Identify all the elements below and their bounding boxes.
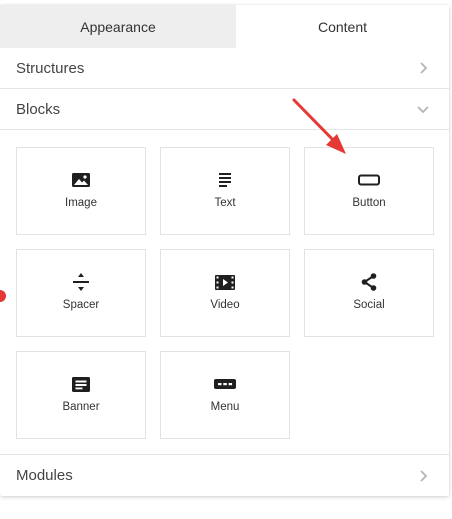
annotation-arrow-icon: [288, 96, 352, 165]
chevron-down-icon: [417, 103, 429, 115]
section-modules[interactable]: Modules: [0, 455, 449, 496]
block-banner[interactable]: Banner: [16, 351, 146, 439]
blocks-grid: Image Text Button Spacer Video Social Ba…: [0, 132, 449, 455]
block-social[interactable]: Social: [304, 249, 434, 337]
content-panel: Appearance Content Structures Blocks Ima…: [0, 5, 449, 496]
tab-appearance[interactable]: Appearance: [0, 5, 236, 48]
section-blocks[interactable]: Blocks: [0, 89, 449, 130]
section-modules-label: Modules: [16, 467, 73, 484]
chevron-right-icon: [417, 62, 429, 74]
spacer-icon: [17, 273, 145, 291]
banner-icon: [17, 375, 145, 393]
text-icon: [161, 171, 289, 189]
block-menu-label: Menu: [210, 401, 240, 413]
section-structures[interactable]: Structures: [0, 48, 449, 89]
share-icon: [305, 273, 433, 291]
block-text-label: Text: [214, 197, 236, 209]
section-blocks-label: Blocks: [16, 100, 61, 118]
block-social-label: Social: [353, 299, 385, 311]
chevron-right-icon: [417, 469, 429, 482]
video-icon: [161, 273, 289, 291]
block-video[interactable]: Video: [160, 249, 290, 337]
button-icon: [305, 171, 433, 189]
section-structures-label: Structures: [16, 59, 85, 77]
tab-bar: Appearance Content: [0, 5, 449, 48]
screen: Appearance Content Structures Blocks Ima…: [0, 0, 452, 519]
block-text[interactable]: Text: [160, 147, 290, 235]
block-menu[interactable]: Menu: [160, 351, 290, 439]
block-button-label: Button: [352, 197, 386, 209]
tab-content[interactable]: Content: [236, 5, 449, 48]
image-icon: [17, 171, 145, 189]
block-spacer-label: Spacer: [62, 299, 100, 311]
block-image-label: Image: [65, 197, 97, 209]
block-banner-label: Banner: [62, 401, 100, 413]
block-spacer[interactable]: Spacer: [16, 249, 146, 337]
menu-icon: [161, 375, 289, 393]
block-video-label: Video: [210, 299, 240, 311]
block-image[interactable]: Image: [16, 147, 146, 235]
